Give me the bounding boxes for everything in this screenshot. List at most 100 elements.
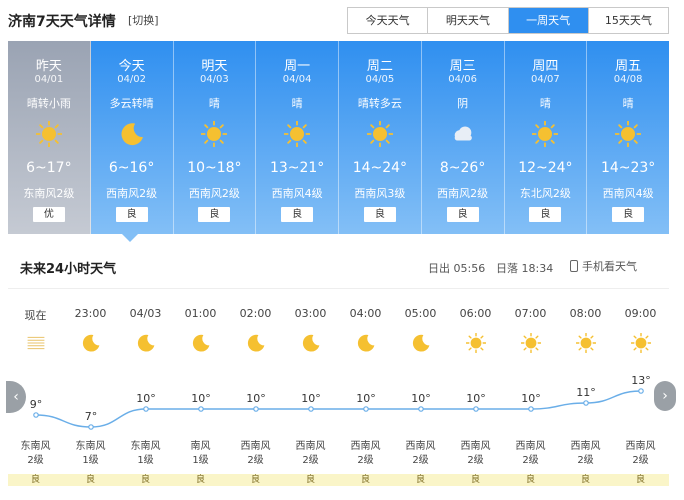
hour-wind-level: 1级 — [192, 455, 209, 466]
section-divider — [8, 288, 669, 289]
seven-day-forecast: 昨天 04/01 晴转小雨 6~17° 东南风2级 优 今天 04/02 多云转… — [8, 41, 669, 234]
weather-page: 济南7天天气详情 [切换] 今天天气 明天天气 一周天气 15天天气 昨天 04… — [0, 0, 684, 500]
day-date: 04/01 — [34, 74, 64, 85]
hour-wind-level: 2级 — [412, 455, 429, 466]
switch-city-link[interactable]: [切换] — [128, 12, 159, 28]
day-wind: 西南风2级 — [437, 187, 489, 200]
temperature-label: 11° — [576, 386, 596, 399]
page-title: 济南7天天气详情 — [8, 14, 116, 30]
day-aqi-badge: 良 — [281, 207, 314, 222]
day-temperature: 14~24° — [352, 160, 408, 176]
day-wind: 西南风2级 — [188, 187, 240, 200]
day-date: 04/05 — [365, 74, 395, 85]
day-name: 周二 — [366, 59, 393, 74]
temperature-label: 10° — [191, 392, 211, 405]
temperature-point — [363, 406, 369, 412]
day-temperature: 13~21° — [269, 160, 325, 176]
hour-aqi: 良 — [85, 475, 95, 485]
tab-week[interactable]: 一周天气 — [508, 8, 589, 33]
temperature-label: 10° — [521, 392, 541, 405]
day-column[interactable]: 周五 04/08 晴 14~23° 西南风4级 良 — [587, 41, 669, 234]
phone-icon — [570, 260, 578, 272]
hour-wind-level: 2级 — [632, 455, 649, 466]
hour-aqi: 良 — [470, 475, 480, 485]
temperature-point — [33, 412, 39, 418]
day-description: 阴 — [457, 97, 469, 110]
day-temperature: 14~23° — [600, 160, 656, 176]
next-hours-button[interactable]: › — [654, 381, 676, 411]
temperature-point — [418, 406, 424, 412]
sun-icon — [366, 120, 394, 148]
hour-wind-level: 2级 — [302, 455, 319, 466]
day-date: 04/07 — [530, 74, 560, 85]
day-temperature: 6~17° — [26, 160, 72, 176]
day-column[interactable]: 明天 04/03 晴 10~18° 西南风2级 良 — [173, 41, 257, 234]
temperature-point — [528, 406, 534, 412]
day-name: 周三 — [449, 59, 476, 74]
day-name: 周五 — [615, 59, 642, 74]
temperature-label: 10° — [246, 392, 266, 405]
hour-aqi: 良 — [415, 475, 425, 485]
hour-aqi: 良 — [525, 475, 535, 485]
temperature-curve: 9° 7° 10° 10° 10° 10° 10° 10° 10° 10° 11° 13° — [30, 374, 651, 430]
temperature-line — [35, 390, 642, 428]
temperature-point — [473, 406, 479, 412]
day-description: 晴 — [539, 97, 551, 110]
hour-wind-level: 1级 — [137, 455, 154, 466]
sun-icon — [200, 120, 228, 148]
temperature-label: 7° — [85, 410, 98, 423]
temperature-point — [638, 388, 644, 394]
day-column[interactable]: 周二 04/05 晴转多云 14~24° 西南风3级 良 — [339, 41, 422, 234]
day-column[interactable]: 周三 04/06 阴 8~26° 西南风2级 良 — [421, 41, 505, 234]
tab-15days[interactable]: 15天天气 — [588, 8, 668, 33]
hour-aqi: 良 — [250, 475, 260, 485]
day-aqi-badge: 良 — [529, 207, 562, 222]
hour-wind-level: 1级 — [82, 455, 99, 466]
hour-wind-level: 2级 — [467, 455, 484, 466]
temperature-point — [253, 406, 259, 412]
day-wind: 西南风3级 — [354, 187, 406, 200]
day-column[interactable]: 今天 04/02 多云转晴 6~16° 西南风2级 良 — [90, 41, 174, 234]
mobile-weather-link[interactable]: 手机看天气 — [570, 258, 637, 274]
temperature-label: 10° — [356, 392, 376, 405]
day-wind: 西南风4级 — [271, 187, 323, 200]
day-aqi-badge: 良 — [115, 207, 148, 222]
hour-aqi: 良 — [305, 475, 315, 485]
sunrise-time: 日出 05:56 — [428, 262, 486, 275]
day-date: 04/08 — [613, 74, 643, 85]
day-name: 今天 — [118, 59, 145, 74]
day-temperature: 8~26° — [439, 160, 486, 176]
mobile-weather-label: 手机看天气 — [582, 260, 637, 273]
day-name: 周一 — [284, 59, 311, 74]
temperature-point — [198, 406, 204, 412]
day-column[interactable]: 周一 04/04 晴 13~21° 西南风4级 良 — [256, 41, 339, 234]
hour-wind-level: 2级 — [577, 455, 594, 466]
temperature-label: 13° — [631, 374, 651, 387]
day-column[interactable]: 昨天 04/01 晴转小雨 6~17° 东南风2级 优 — [8, 41, 91, 234]
day-description: 晴 — [208, 97, 220, 110]
temperature-point — [583, 400, 589, 406]
forecast-tabs: 今天天气 明天天气 一周天气 15天天气 — [347, 7, 669, 34]
sun-icon — [283, 120, 311, 148]
sun-icon — [531, 120, 559, 148]
temperature-point — [143, 406, 149, 412]
hour-aqi: 良 — [360, 475, 370, 485]
sun-icon — [35, 120, 63, 148]
temperature-label: 10° — [301, 392, 321, 405]
day-column[interactable]: 周四 04/07 晴 12~24° 东北风2级 良 — [504, 41, 588, 234]
tab-today[interactable]: 今天天气 — [348, 8, 429, 33]
sunset-time: 日落 18:34 — [496, 262, 554, 275]
temperature-label: 10° — [466, 392, 486, 405]
day-wind: 西南风4级 — [602, 187, 654, 200]
selected-day-pointer — [122, 234, 138, 242]
day-name: 周四 — [532, 59, 559, 74]
hour-wind-level: 2级 — [27, 455, 44, 466]
hour-wind-level: 2级 — [522, 455, 539, 466]
day-temperature: 10~18° — [187, 160, 242, 176]
hour-aqi: 良 — [195, 475, 205, 485]
day-date: 04/04 — [282, 74, 312, 85]
tab-tomorrow[interactable]: 明天天气 — [428, 8, 509, 33]
day-description: 晴转小雨 — [26, 97, 71, 110]
hour-aqi: 良 — [140, 475, 150, 485]
temperature-label: 9° — [30, 398, 43, 411]
